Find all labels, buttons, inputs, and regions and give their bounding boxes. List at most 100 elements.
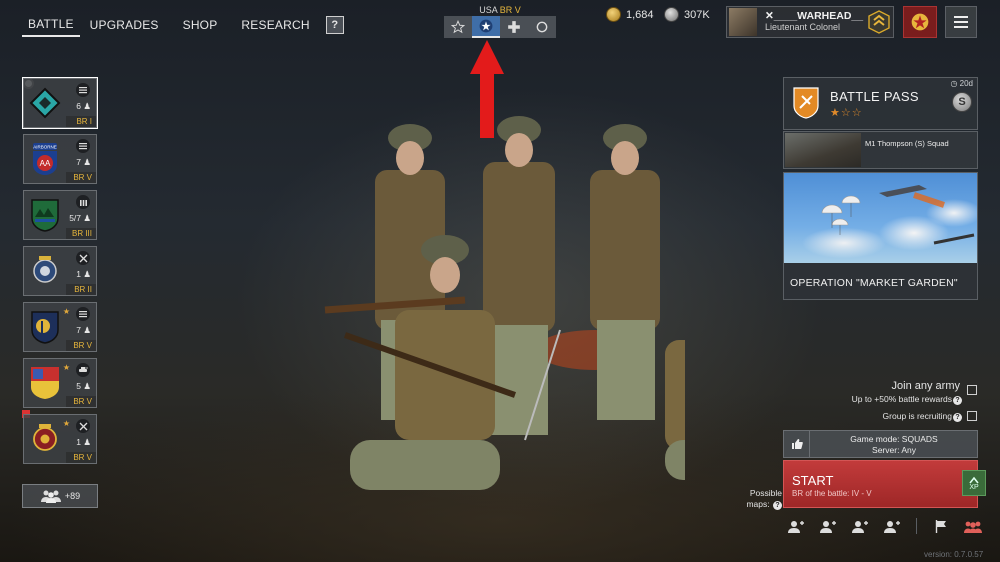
- medal-icon: ★: [62, 419, 70, 428]
- armored-emblem-icon: [31, 367, 59, 399]
- join-any-army-hint: Up to +50% battle rewards?: [820, 394, 962, 405]
- invite-player-3-icon[interactable]: [850, 518, 870, 534]
- silver-coin-icon: [664, 7, 679, 22]
- chevron-up-icon: [969, 476, 979, 483]
- xp-boost-badge[interactable]: XP: [962, 470, 986, 496]
- tank-icon: [76, 363, 90, 377]
- crossed-tools-icon: [76, 419, 90, 433]
- battle-pass-timer: ◷ 20d: [950, 79, 973, 88]
- info-icon[interactable]: ?: [953, 413, 962, 422]
- list-icon: [76, 139, 90, 153]
- army-nation: USA: [479, 5, 498, 15]
- squad-count: 5 ♟: [76, 381, 91, 391]
- gold-balance[interactable]: 1,684: [606, 7, 654, 22]
- battle-pass-stars: ★☆☆: [830, 107, 863, 119]
- silver-balance[interactable]: 307K: [664, 7, 710, 22]
- game-mode-label: Game mode: SQUADS: [850, 434, 938, 444]
- info-icon[interactable]: ?: [953, 396, 962, 405]
- invite-player-4-icon[interactable]: [882, 518, 902, 534]
- start-button[interactable]: START BR of the battle: IV - V: [783, 460, 978, 508]
- battle-pass-card[interactable]: BATTLE PASS ★☆☆ ◷ 20d S: [783, 77, 978, 130]
- reward-card[interactable]: M1 Thompson (S) Squad: [783, 131, 978, 169]
- squad-count: 1 ♟: [76, 269, 91, 279]
- army-tab-1[interactable]: [444, 16, 472, 38]
- star-filled-icon: [479, 19, 493, 33]
- main-nav: BATTLE UPGRADES SHOP RESEARCH ?: [22, 12, 344, 38]
- army-br: BR V: [499, 5, 521, 15]
- group-icon[interactable]: [963, 518, 983, 534]
- menu-button[interactable]: [945, 6, 977, 38]
- silver-amount: 307K: [684, 8, 710, 21]
- invite-player-2-icon[interactable]: [818, 518, 838, 534]
- squad-count: 7 ♟: [76, 325, 91, 335]
- army-label: USA BR V: [470, 5, 530, 15]
- crossed-tools-icon: [76, 251, 90, 265]
- divider: [916, 518, 917, 534]
- join-any-army-checkbox[interactable]: [967, 385, 977, 395]
- svg-text:AIRBORNE: AIRBORNE: [33, 145, 57, 150]
- army-tabs: [444, 16, 556, 38]
- flag-icon[interactable]: [931, 518, 951, 534]
- squad-br: BR V: [66, 172, 96, 183]
- battle-pass-title: BATTLE PASS: [830, 89, 919, 104]
- raf-emblem-icon: [33, 256, 57, 283]
- squad-slot-4[interactable]: 1 ♟ BR II: [23, 246, 97, 296]
- nav-shop[interactable]: SHOP: [177, 13, 224, 37]
- squad-count: 1 ♟: [76, 437, 91, 447]
- squad-slot-7[interactable]: ★ 1 ♟ BR V: [23, 414, 97, 464]
- group-recruiting-label: Group is recruiting?: [820, 411, 962, 422]
- info-icon[interactable]: ?: [773, 501, 782, 510]
- circle-icon: [536, 21, 548, 33]
- ammo-icon: [76, 195, 90, 209]
- raf-squadron-emblem-icon: [33, 424, 57, 451]
- help-button[interactable]: ?: [325, 16, 344, 34]
- squad-slot-3[interactable]: 5/7 ♟ BR III: [23, 190, 97, 240]
- squad-slot-5[interactable]: ★ 7 ♟ BR V: [23, 302, 97, 352]
- squad-slot-1[interactable]: 6 ♟ BR I: [22, 77, 98, 129]
- squad-count: 6 ♟: [76, 101, 91, 111]
- squad-slot-2[interactable]: AIRBORNE AA 7 ♟ BR V: [23, 134, 97, 184]
- game-mode-selector[interactable]: Game mode: SQUADS Server: Any: [783, 430, 978, 458]
- version-label: version: 0.7.0.57: [924, 550, 984, 559]
- army-tab-3[interactable]: [500, 16, 528, 38]
- reward-thumbnail: [785, 133, 861, 167]
- soldiers-group-icon: [40, 490, 61, 503]
- nav-battle[interactable]: BATTLE: [22, 13, 80, 37]
- reserve-button[interactable]: +89: [22, 484, 98, 508]
- cross-icon: [508, 21, 520, 33]
- list-icon: [76, 83, 90, 97]
- svg-text:AA: AA: [40, 159, 51, 168]
- thumbs-up-icon[interactable]: [784, 431, 810, 457]
- army-tab-2[interactable]: [472, 16, 500, 38]
- battle-br-range: BR of the battle: IV - V: [792, 489, 872, 498]
- hamburger-icon: [954, 16, 968, 28]
- army-tab-4[interactable]: [528, 16, 556, 38]
- avatar: [729, 8, 757, 36]
- diamond-emblem-icon: [29, 87, 61, 119]
- reserve-count: +89: [64, 491, 81, 501]
- event-artwork: [784, 173, 977, 263]
- group-recruiting-checkbox[interactable]: [967, 411, 977, 421]
- possible-maps-label[interactable]: Possible maps: ?: [738, 488, 782, 510]
- squad-slot-6[interactable]: ★ 5 ♟ BR V: [23, 358, 97, 408]
- invite-player-1-icon[interactable]: [786, 518, 806, 534]
- star-emblem-icon: [911, 13, 929, 31]
- squad-br: BR II: [66, 284, 96, 295]
- medal-icon: ★: [62, 307, 70, 316]
- nav-upgrades[interactable]: UPGRADES: [84, 13, 165, 37]
- rank-badge-icon: [868, 10, 890, 34]
- xp-label: XP: [969, 483, 979, 491]
- start-label: START: [792, 473, 834, 488]
- squad-soldiers-illustration: [324, 116, 685, 490]
- medal-icon: ★: [62, 363, 70, 372]
- event-card[interactable]: OPERATION "MARKET GARDEN": [783, 172, 978, 300]
- gold-coin-icon: [606, 7, 621, 22]
- squad-count: 7 ♟: [76, 157, 91, 167]
- army-flag-button[interactable]: [903, 6, 937, 38]
- squad-br: BR I: [66, 116, 96, 127]
- server-label: Server: Any: [872, 445, 916, 455]
- squad-br: BR V: [66, 452, 96, 463]
- nav-research[interactable]: RESEARCH: [235, 13, 315, 37]
- reward-name: M1 Thompson (S) Squad: [865, 139, 949, 148]
- squad-br: BR V: [66, 396, 96, 407]
